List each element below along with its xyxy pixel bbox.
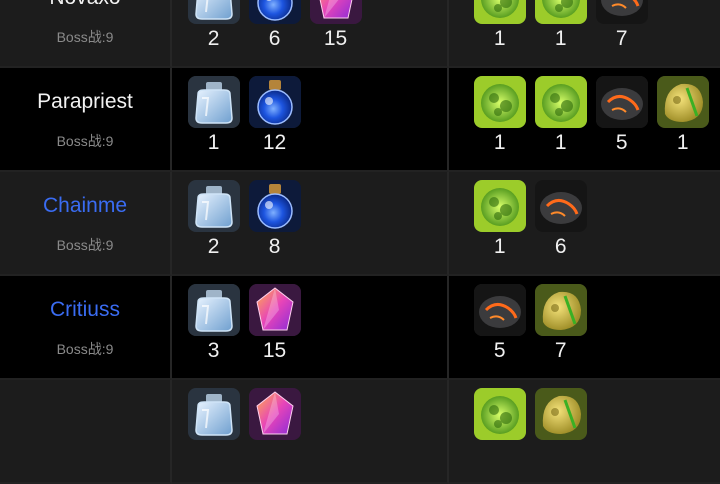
item-count: 1 bbox=[207, 131, 220, 154]
item-count: 7 bbox=[615, 27, 628, 50]
blue-potion-icon bbox=[248, 76, 301, 128]
item-slot[interactable]: 1 bbox=[186, 76, 242, 160]
item-slot[interactable]: 5 bbox=[472, 284, 528, 368]
item-slot[interactable]: 8 bbox=[247, 180, 303, 264]
item-slot[interactable] bbox=[533, 388, 589, 472]
item-slot[interactable]: 15 bbox=[308, 0, 364, 56]
consumables-cell: 28 bbox=[171, 172, 449, 276]
item-slot[interactable]: 3 bbox=[186, 284, 242, 368]
drops-cell: 57 bbox=[448, 276, 720, 380]
table-row: NovaxoBoss战:92615117 bbox=[0, 0, 720, 68]
item-count: 6 bbox=[268, 27, 281, 50]
item-slot[interactable]: 2 bbox=[186, 0, 242, 56]
player-cell: Critiuss Boss战:9 bbox=[0, 276, 172, 380]
empty-flask-icon bbox=[187, 76, 240, 128]
item-count: 3 bbox=[207, 339, 220, 362]
item-slot[interactable]: 1 bbox=[533, 0, 589, 56]
item-count: 6 bbox=[554, 235, 567, 258]
drops-cell: 1 1 7 bbox=[448, 0, 720, 68]
item-count: 1 bbox=[554, 27, 567, 50]
item-count: 5 bbox=[615, 131, 628, 154]
gold-ore-icon bbox=[656, 76, 709, 128]
item-count: 2 bbox=[207, 27, 220, 50]
player-name: Parapriest bbox=[37, 90, 133, 113]
item-slot[interactable]: 15 bbox=[247, 284, 303, 368]
lava-rock-icon bbox=[595, 76, 648, 128]
table-row: Parapriest Boss战:9 1 12 1 1 5 1 bbox=[0, 68, 720, 172]
item-slot[interactable]: 1 bbox=[472, 76, 528, 160]
empty-flask-icon bbox=[187, 180, 240, 232]
item-count: 1 bbox=[493, 131, 506, 154]
player-cell: Chainme Boss战:9 bbox=[0, 172, 172, 276]
player-cell bbox=[0, 380, 172, 484]
item-count: 2 bbox=[207, 235, 220, 258]
item-count: 12 bbox=[262, 131, 287, 154]
boss-count: Boss战:9 bbox=[56, 341, 114, 357]
item-count: 1 bbox=[554, 131, 567, 154]
item-slot[interactable]: 12 bbox=[247, 76, 303, 160]
item-count: 15 bbox=[323, 27, 348, 50]
item-slot[interactable] bbox=[472, 388, 528, 472]
item-slot[interactable] bbox=[247, 388, 303, 472]
table-row bbox=[0, 380, 720, 484]
green-ore-icon bbox=[473, 180, 526, 232]
lava-rock-icon bbox=[473, 284, 526, 336]
pink-crystal-icon bbox=[309, 0, 362, 24]
item-count: 15 bbox=[262, 339, 287, 362]
item-slot[interactable]: 1 bbox=[472, 180, 528, 264]
blue-potion-icon bbox=[248, 0, 301, 24]
gold-ore-icon bbox=[534, 284, 587, 336]
player-cell: Novaxo Boss战:9 bbox=[0, 0, 172, 68]
drops-cell: 1 1 5 1 bbox=[448, 68, 720, 172]
empty-flask-icon bbox=[187, 0, 240, 24]
table-row: Critiuss Boss战:9 3 15 5 7 bbox=[0, 276, 720, 380]
item-slot[interactable]: 1 bbox=[533, 76, 589, 160]
boss-count: Boss战:9 bbox=[56, 29, 114, 45]
pink-crystal-icon bbox=[248, 284, 301, 336]
green-ore-icon bbox=[473, 0, 526, 24]
boss-count: Boss战:9 bbox=[56, 133, 114, 149]
blue-potion-icon bbox=[248, 180, 301, 232]
table-row: Chainme Boss战:9 2 8 1 6 bbox=[0, 172, 720, 276]
green-ore-icon bbox=[534, 0, 587, 24]
consumables-cell: 1 12 bbox=[171, 68, 449, 172]
item-count: 1 bbox=[676, 131, 689, 154]
pink-crystal-icon bbox=[248, 388, 301, 440]
empty-flask-icon bbox=[187, 284, 240, 336]
item-count: 1 bbox=[493, 235, 506, 258]
item-slot[interactable]: 6 bbox=[247, 0, 303, 56]
boss-count: Boss战:9 bbox=[56, 237, 114, 253]
gold-ore-icon bbox=[534, 388, 587, 440]
empty-flask-icon bbox=[187, 388, 240, 440]
item-slot[interactable] bbox=[186, 388, 242, 472]
green-ore-icon bbox=[473, 388, 526, 440]
consumables-cell: 2 6 15 bbox=[171, 0, 449, 68]
green-ore-icon bbox=[534, 76, 587, 128]
item-slot[interactable]: 5 bbox=[594, 76, 650, 160]
player-name[interactable]: Critiuss bbox=[0, 298, 170, 322]
lava-rock-icon bbox=[534, 180, 587, 232]
consumables-cell bbox=[171, 380, 449, 484]
item-count: 1 bbox=[493, 27, 506, 50]
item-slot[interactable]: 7 bbox=[594, 0, 650, 56]
player-name: Novaxo bbox=[0, 0, 170, 10]
item-slot[interactable]: 6 bbox=[533, 180, 589, 264]
item-count: 7 bbox=[554, 339, 567, 362]
consumables-cell: 3 15 bbox=[171, 276, 449, 380]
item-slot[interactable]: 7 bbox=[533, 284, 589, 368]
item-count: 5 bbox=[493, 339, 506, 362]
item-slot[interactable]: 1 bbox=[472, 0, 528, 56]
item-count: 8 bbox=[268, 235, 281, 258]
drops-cell: 16 bbox=[448, 172, 720, 276]
player-name[interactable]: Chainme bbox=[0, 194, 170, 218]
item-slot[interactable]: 2 bbox=[186, 180, 242, 264]
lava-rock-icon bbox=[595, 0, 648, 24]
green-ore-icon bbox=[473, 76, 526, 128]
item-slot[interactable]: 1 bbox=[655, 76, 711, 160]
player-cell: Parapriest Boss战:9 bbox=[0, 68, 172, 172]
drops-cell bbox=[448, 380, 720, 484]
boss-loot-table: NovaxoBoss战:92615117ParapriestBoss战:9112… bbox=[0, 0, 720, 484]
